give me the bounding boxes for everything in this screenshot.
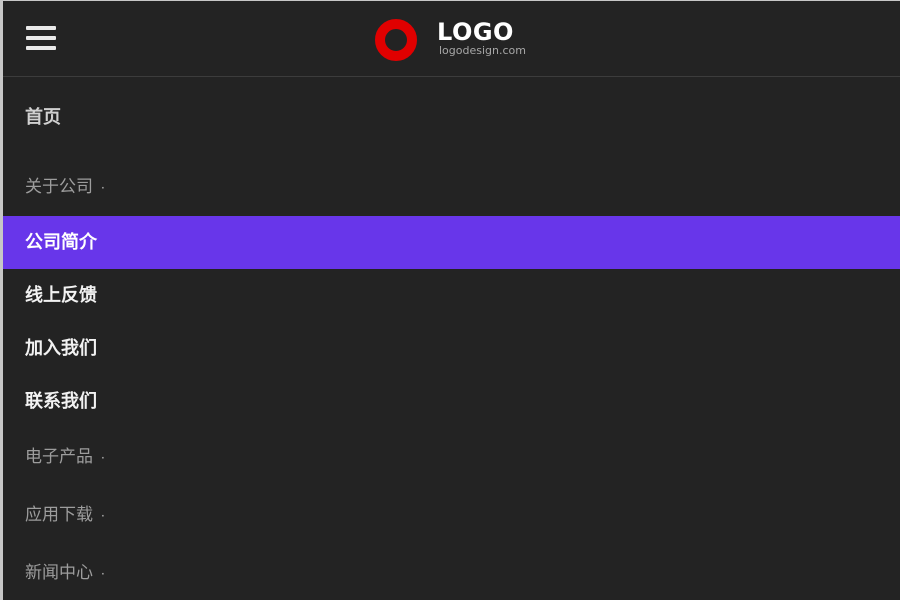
menu-item-label: 首页	[25, 107, 61, 128]
menu-item-app-download[interactable]: 应用下载 ·	[3, 486, 900, 544]
menu-item-label: 线上反馈	[25, 284, 97, 306]
menu-item-label: 关于公司	[25, 177, 93, 197]
dot-indicator-icon: ·	[101, 451, 105, 465]
dot-indicator-icon: ·	[101, 567, 105, 581]
menu-item-label: 应用下载	[25, 505, 93, 525]
hamburger-line	[26, 46, 56, 50]
hamburger-line	[26, 36, 56, 40]
hamburger-line	[26, 26, 56, 30]
site-logo[interactable]: LOGO logodesign.com	[373, 17, 543, 65]
hamburger-icon[interactable]	[26, 25, 56, 51]
menu-item-news-center[interactable]: 新闻中心 ·	[3, 544, 900, 600]
menu-item-join-us[interactable]: 加入我们	[3, 322, 900, 375]
menu-item-about-company[interactable]: 关于公司 ·	[3, 158, 900, 216]
menu-item-label: 加入我们	[25, 337, 97, 359]
menu-item-online-feedback[interactable]: 线上反馈	[3, 269, 900, 322]
app-window: LOGO logodesign.com 首页 关于公司 · 公司简介 线上反馈 …	[0, 0, 900, 600]
menu-item-label: 电子产品	[25, 447, 93, 467]
menu-item-electronics[interactable]: 电子产品 ·	[3, 428, 900, 486]
side-menu: 首页 关于公司 · 公司简介 线上反馈 加入我们 联系我们 电子产品 · 应用下…	[3, 78, 900, 600]
menu-item-label: 联系我们	[25, 390, 97, 412]
menu-item-home[interactable]: 首页	[3, 78, 900, 158]
menu-item-company-profile[interactable]: 公司简介	[3, 216, 900, 269]
menu-item-label: 公司简介	[25, 231, 97, 253]
menu-item-label: 新闻中心	[25, 563, 93, 583]
ring-logo-icon	[375, 19, 417, 61]
top-header: LOGO logodesign.com	[3, 1, 900, 77]
logo-subtitle: logodesign.com	[439, 44, 526, 57]
dot-indicator-icon: ·	[101, 181, 105, 195]
logo-title: LOGO	[437, 18, 514, 46]
menu-item-contact-us[interactable]: 联系我们	[3, 375, 900, 428]
dot-indicator-icon: ·	[101, 509, 105, 523]
